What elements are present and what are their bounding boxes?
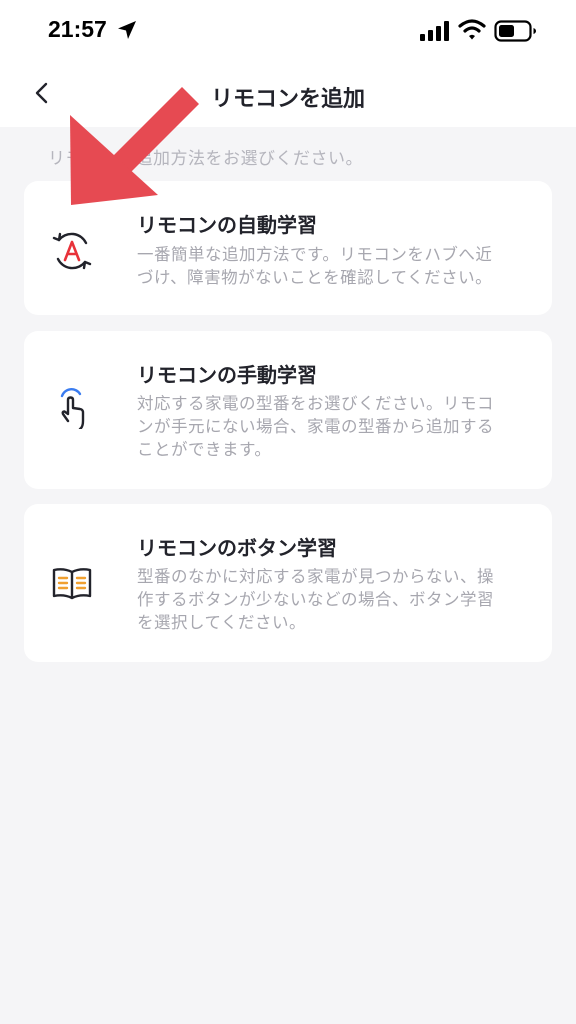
option-title: リモコンのボタン学習: [137, 536, 337, 560]
description-line: 対応する家電の型番をお選びください。リモコ: [137, 394, 494, 413]
status-time: 21:57: [48, 16, 107, 42]
status-bar: 21:57: [0, 0, 576, 62]
location-arrow-icon: [118, 21, 136, 39]
option-title: リモコンの自動学習: [137, 213, 317, 237]
option-description: 一番簡単な追加方法です。リモコンをハブへ近 づけ、障害物がないことを確認してくだ…: [137, 243, 526, 289]
page-title: リモコンを追加: [210, 87, 365, 112]
option-title: リモコンの手動学習: [137, 363, 317, 387]
description-line: を選択してください。: [137, 613, 307, 632]
auto-learn-icon: [52, 232, 92, 270]
navigation-bar: リモコンを追加: [0, 62, 576, 127]
description-line: づけ、障害物がないことを確認してください。: [137, 268, 493, 287]
description-line: 作するボタンが少ないなどの場合、ボタン学習: [137, 590, 494, 609]
open-book-icon: [52, 568, 92, 600]
option-description: 型番のなかに対応する家電が見つからない、操 作するボタンが少ないなどの場合、ボタ…: [137, 565, 526, 634]
description-line: ことができます。: [137, 440, 272, 459]
option-description: 対応する家電の型番をお選びください。リモコ ンが手元にない場合、家電の型番から追…: [137, 392, 526, 461]
wifi-icon: [458, 19, 486, 40]
signal-icon: [420, 21, 449, 41]
option-card-button-learn[interactable]: リモコンのボタン学習 型番のなかに対応する家電が見つからない、操 作するボタンが…: [24, 504, 552, 662]
instruction-text: リモコンの追加方法をお選びください。: [48, 149, 363, 169]
description-line: 一番簡単な追加方法です。リモコンをハブへ近: [137, 245, 493, 264]
hand-tap-icon: [60, 388, 85, 429]
description-line: ンが手元にない場合、家電の型番から追加する: [137, 417, 494, 436]
option-card-manual-learn[interactable]: リモコンの手動学習 対応する家電の型番をお選びください。リモコ ンが手元にない場…: [24, 331, 552, 489]
description-line: 型番のなかに対応する家電が見つからない、操: [137, 567, 494, 586]
battery-icon: [494, 20, 536, 42]
header-area: 21:57 リモコンを追加: [0, 0, 576, 127]
option-card-auto-learn[interactable]: リモコンの自動学習 一番簡単な追加方法です。リモコンをハブへ近 づけ、障害物がな…: [24, 181, 552, 315]
